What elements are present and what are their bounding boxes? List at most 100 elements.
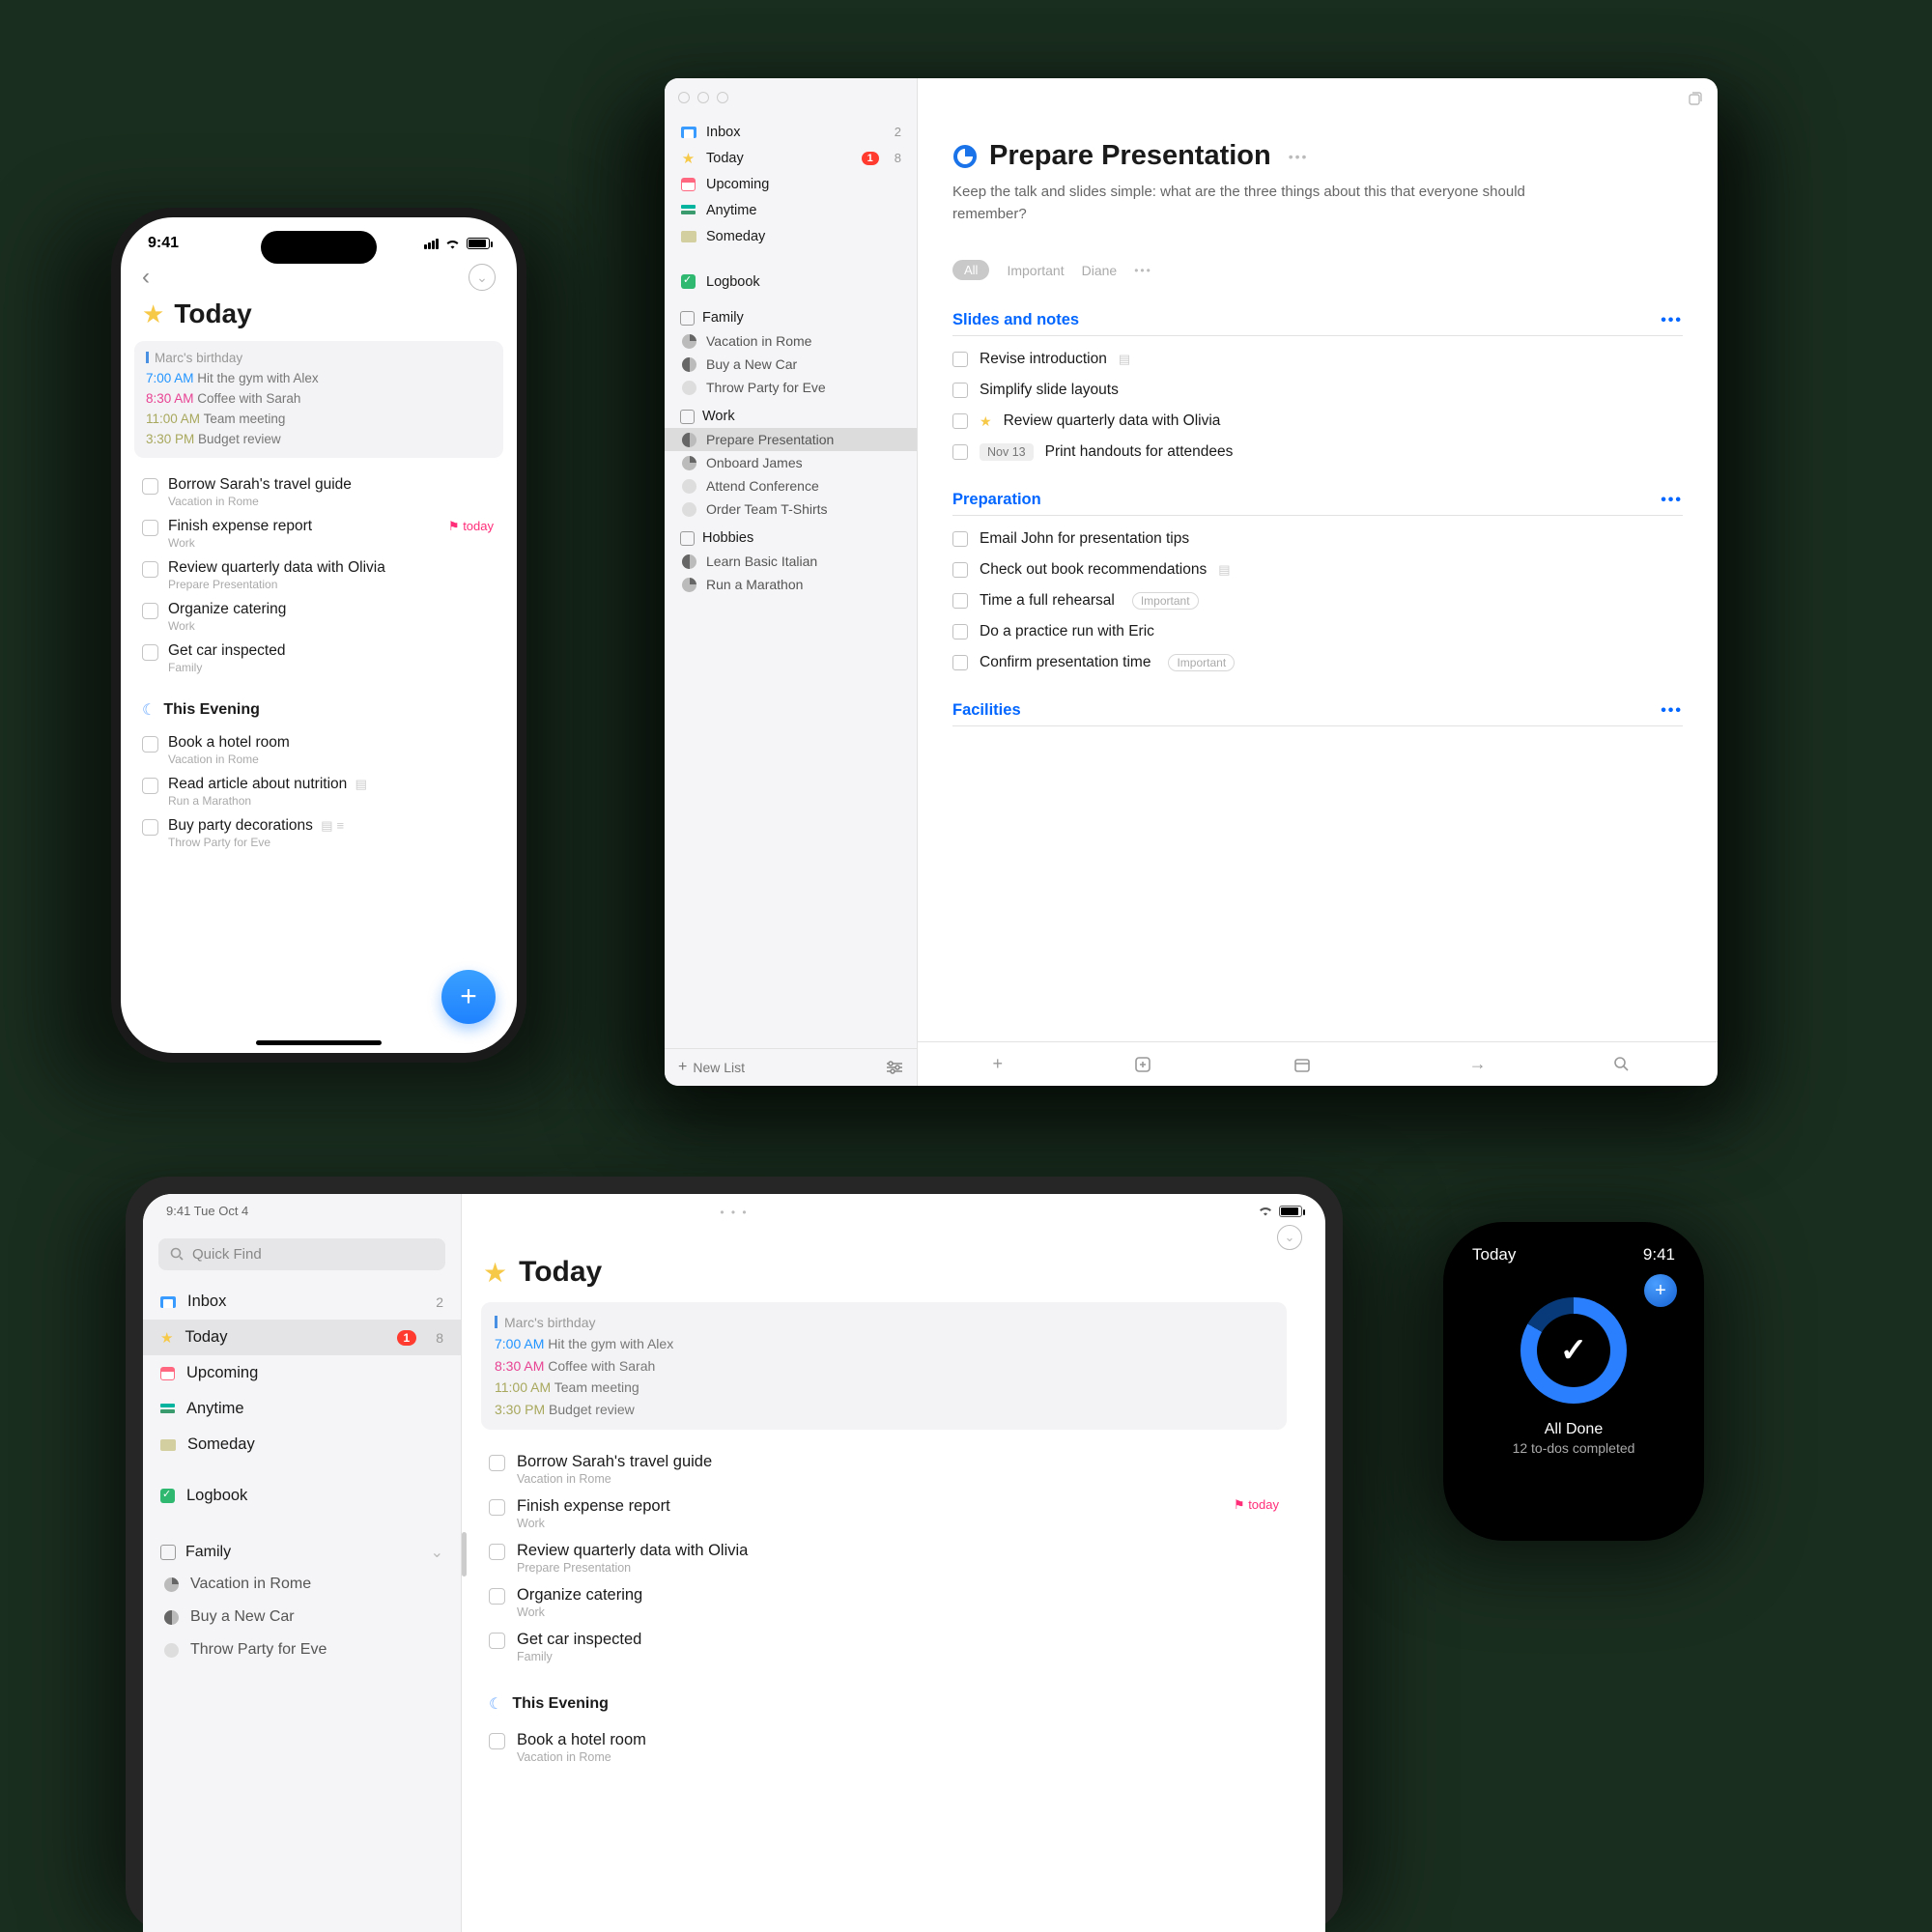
checkbox[interactable] (142, 644, 158, 661)
calendar-events[interactable]: Marc's birthday 7:00 AM Hit the gym with… (481, 1302, 1287, 1430)
project-heading[interactable]: Preparation••• (918, 473, 1718, 515)
sidebar-logbook[interactable]: Logbook (143, 1478, 461, 1514)
sidebar-project[interactable]: Learn Basic Italian (665, 550, 917, 573)
tag-diane[interactable]: Diane (1082, 263, 1118, 278)
task-row[interactable]: Do a practice run with Eric (952, 616, 1683, 647)
checkbox[interactable] (142, 819, 158, 836)
sidebar-project[interactable]: Prepare Presentation (665, 428, 917, 451)
sidebar-area[interactable]: Family (665, 300, 917, 329)
todo-item[interactable]: Book a hotel roomVacation in Rome (481, 1725, 1287, 1770)
checkbox[interactable] (142, 520, 158, 536)
checkbox[interactable] (142, 603, 158, 619)
task-row[interactable]: Simplify slide layouts (952, 375, 1683, 406)
dropdown-button[interactable]: ⌄ (1277, 1225, 1302, 1250)
add-button[interactable]: + (1644, 1274, 1677, 1307)
checkbox[interactable] (952, 531, 968, 547)
todo-item[interactable]: Finish expense reportWork ⚑ today (134, 513, 503, 554)
sidebar-project[interactable]: Order Team T-Shirts (665, 497, 917, 521)
new-todo-icon[interactable]: + (974, 1054, 1022, 1074)
todo-item[interactable]: Review quarterly data with OliviaPrepare… (481, 1536, 1287, 1580)
sidebar-someday[interactable]: Someday (665, 223, 917, 249)
sidebar-area[interactable]: Work (665, 399, 917, 428)
tag-more-icon[interactable]: ••• (1134, 264, 1152, 277)
checkbox[interactable] (952, 352, 968, 367)
sidebar-project[interactable]: Run a Marathon (665, 573, 917, 596)
task-row[interactable]: Confirm presentation timeImportant (952, 647, 1683, 678)
sidebar-project[interactable]: Buy a New Car (143, 1601, 461, 1634)
checkbox[interactable] (952, 562, 968, 578)
checkbox[interactable] (142, 561, 158, 578)
heading-more-icon[interactable]: ••• (1661, 312, 1683, 329)
checkbox[interactable] (952, 444, 968, 460)
task-row[interactable]: Nov 13Print handouts for attendees (952, 437, 1683, 468)
checkbox[interactable] (952, 593, 968, 609)
checkbox[interactable] (489, 1499, 505, 1516)
todo-item[interactable]: Get car inspectedFamily (134, 638, 503, 679)
sidebar-inbox[interactable]: Inbox2 (665, 119, 917, 145)
task-row[interactable]: ★Review quarterly data with Olivia (952, 406, 1683, 437)
todo-item[interactable]: Buy party decorations ▤≡Throw Party for … (134, 812, 503, 854)
todo-item[interactable]: Borrow Sarah's travel guideVacation in R… (134, 471, 503, 513)
sidebar-project[interactable]: Vacation in Rome (143, 1568, 461, 1601)
sidebar-today[interactable]: ★Today18 (143, 1320, 461, 1355)
new-heading-icon[interactable] (1133, 1055, 1181, 1074)
sidebar-logbook[interactable]: Logbook (665, 269, 917, 295)
heading-more-icon[interactable]: ••• (1661, 492, 1683, 509)
window-icon[interactable] (1687, 92, 1702, 107)
todo-item[interactable]: Organize cateringWork (481, 1580, 1287, 1625)
sidebar-project[interactable]: Buy a New Car (665, 353, 917, 376)
todo-item[interactable]: Get car inspectedFamily (481, 1625, 1287, 1669)
checkbox[interactable] (489, 1588, 505, 1605)
task-row[interactable]: Revise introduction ▤ (952, 344, 1683, 375)
checkbox[interactable] (952, 624, 968, 639)
traffic-lights[interactable] (665, 78, 917, 113)
task-row[interactable]: Time a full rehearsalImportant (952, 585, 1683, 616)
task-row[interactable]: Check out book recommendations ▤ (952, 554, 1683, 585)
sidebar-project[interactable]: Onboard James (665, 451, 917, 474)
dropdown-button[interactable]: ⌄ (469, 264, 496, 291)
sidebar-area[interactable]: Hobbies (665, 521, 917, 550)
checkbox[interactable] (142, 478, 158, 495)
sidebar-project[interactable]: Throw Party for Eve (665, 376, 917, 399)
sidebar-upcoming[interactable]: Upcoming (665, 171, 917, 197)
back-button[interactable]: ‹ (142, 264, 150, 291)
sidebar-anytime[interactable]: Anytime (665, 197, 917, 223)
todo-item[interactable]: Book a hotel roomVacation in Rome (134, 729, 503, 771)
task-row[interactable]: Email John for presentation tips (952, 524, 1683, 554)
project-heading[interactable]: Slides and notes••• (918, 294, 1718, 335)
heading-more-icon[interactable]: ••• (1661, 702, 1683, 720)
settings-icon[interactable] (886, 1061, 903, 1074)
todo-item[interactable]: Review quarterly data with OliviaPrepare… (134, 554, 503, 596)
checkbox[interactable] (142, 736, 158, 753)
project-notes[interactable]: Keep the talk and slides simple: what ar… (952, 172, 1571, 225)
project-heading[interactable]: Facilities••• (918, 684, 1718, 725)
checkbox[interactable] (952, 655, 968, 670)
sidebar-project[interactable]: Throw Party for Eve (143, 1634, 461, 1666)
home-indicator[interactable] (256, 1040, 382, 1045)
todo-item[interactable]: Organize cateringWork (134, 596, 503, 638)
checkbox[interactable] (489, 1633, 505, 1649)
sidebar-area-family[interactable]: Family ⌄ (143, 1529, 461, 1568)
sidebar-someday[interactable]: Someday (143, 1427, 461, 1463)
sidebar-project[interactable]: Vacation in Rome (665, 329, 917, 353)
checkbox[interactable] (952, 413, 968, 429)
checkbox[interactable] (952, 383, 968, 398)
project-more-icon[interactable]: ••• (1289, 149, 1309, 164)
calendar-events[interactable]: Marc's birthday 7:00 AM Hit the gym with… (134, 341, 503, 458)
sidebar-upcoming[interactable]: Upcoming (143, 1355, 461, 1391)
search-icon[interactable] (1613, 1056, 1662, 1072)
tag-chip[interactable]: Important (1132, 592, 1199, 610)
checkbox[interactable] (489, 1455, 505, 1471)
tag-chip[interactable]: Important (1168, 654, 1235, 671)
quick-find-input[interactable]: Quick Find (158, 1238, 445, 1270)
calendar-icon[interactable] (1293, 1056, 1342, 1073)
tag-important[interactable]: Important (1007, 263, 1064, 278)
todo-item[interactable]: Borrow Sarah's travel guideVacation in R… (481, 1447, 1287, 1492)
todo-item[interactable]: Finish expense reportWork ⚑ today (481, 1492, 1287, 1536)
sidebar-project[interactable]: Attend Conference (665, 474, 917, 497)
sidebar-grip[interactable] (462, 1532, 467, 1577)
sidebar-anytime[interactable]: Anytime (143, 1391, 461, 1427)
checkbox[interactable] (489, 1733, 505, 1749)
sidebar-inbox[interactable]: Inbox2 (143, 1284, 461, 1320)
checkbox[interactable] (489, 1544, 505, 1560)
